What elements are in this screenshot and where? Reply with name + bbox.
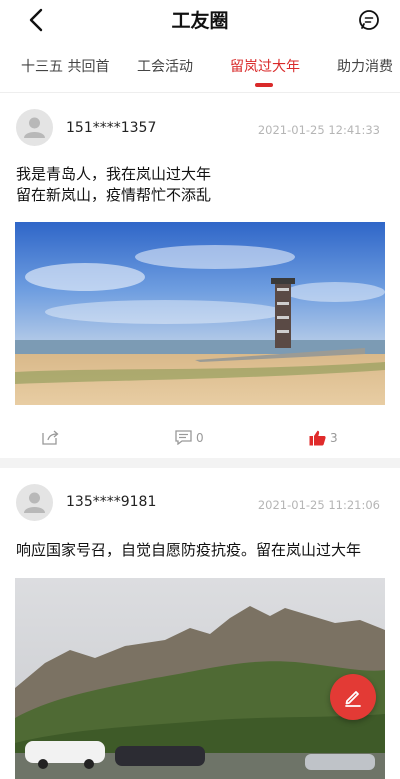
avatar[interactable] <box>16 109 53 146</box>
message-icon[interactable] <box>358 9 380 31</box>
tabs-divider <box>0 92 400 93</box>
like-button[interactable]: 3 <box>309 430 338 446</box>
post-content: 我是青岛人，我在岚山过大年 留在新岚山，疫情帮忙不添乱 <box>16 164 384 206</box>
post-content-line: 留在新岚山，疫情帮忙不添乱 <box>16 186 212 204</box>
post-timestamp: 2021-01-25 12:41:33 <box>257 123 380 137</box>
comment-count: 0 <box>196 430 204 445</box>
post-separator <box>0 458 400 468</box>
comment-button[interactable]: 0 <box>175 430 204 445</box>
tab-union-activities[interactable]: 工会活动 <box>137 56 193 76</box>
avatar[interactable] <box>16 484 53 521</box>
default-avatar-icon <box>24 492 45 513</box>
category-tabs: 十三五 共回首 工会活动 留岚过大年 助力消费 <box>0 52 400 92</box>
post-timestamp: 2021-01-25 11:21:06 <box>257 498 380 512</box>
post-photo[interactable] <box>15 222 385 405</box>
post-content-line: 我是青岛人，我在岚山过大年 <box>16 165 212 183</box>
create-post-button[interactable] <box>330 674 376 720</box>
share-icon <box>42 430 59 445</box>
pencil-icon <box>345 691 361 707</box>
post-photo[interactable] <box>15 578 385 779</box>
tab-stay-for-new-year[interactable]: 留岚过大年 <box>230 56 300 76</box>
comment-icon <box>175 430 192 445</box>
post-content: 响应国家号召，自觉自愿防疫抗疫。留在岚山过大年 <box>16 540 384 561</box>
thumbs-up-icon <box>309 430 326 446</box>
default-avatar-icon <box>24 117 45 138</box>
post-content-line: 响应国家号召，自觉自愿防疫抗疫。留在岚山过大年 <box>16 541 362 559</box>
page-title: 工友圈 <box>171 10 229 32</box>
tab-review[interactable]: 十三五 共回首 <box>21 56 109 76</box>
top-bar: 工友圈 <box>0 0 400 40</box>
active-tab-indicator <box>255 83 273 87</box>
share-button[interactable] <box>42 430 59 445</box>
tab-consumption[interactable]: 助力消费 <box>337 56 393 76</box>
post-username[interactable]: 151****1357 <box>66 120 156 136</box>
post-username[interactable]: 135****9181 <box>66 494 156 510</box>
like-count: 3 <box>330 431 338 445</box>
